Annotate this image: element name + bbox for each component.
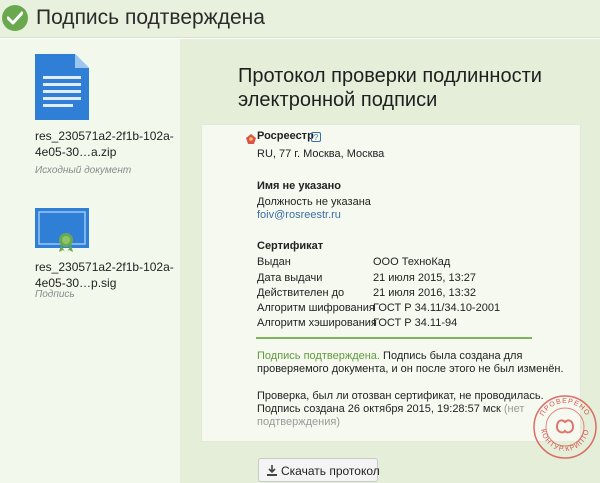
result-text-1: Подпись была создана для xyxy=(383,350,523,362)
certificate-icon[interactable] xyxy=(35,208,89,257)
protocol-title: Протокол проверки подлинности электронно… xyxy=(238,65,542,111)
person-position: Должность не указана xyxy=(257,196,371,208)
file-name-zip[interactable]: res_230571a2-2f1b-102a-4e05-30…a.zip xyxy=(35,128,175,160)
cert-value-issued-by: ООО ТехноКад xyxy=(373,256,451,268)
download-protocol-button[interactable]: Скачать протокол xyxy=(258,458,380,482)
download-icon xyxy=(267,465,277,479)
certificate-heading: Сертификат xyxy=(257,240,324,252)
cert-value-cipher: ГОСТ Р 34.11/34.10-2001 xyxy=(373,302,501,314)
cert-value-valid-until: 21 июля 2016, 13:32 xyxy=(373,287,476,299)
header-bar: Подпись подтверждена xyxy=(0,0,600,38)
file-name-sig[interactable]: res_230571a2-2f1b-102a-4e05-30…p.sig xyxy=(35,259,175,291)
result-divider xyxy=(256,337,532,339)
cert-value-hash: ГОСТ Р 34.11-94 xyxy=(373,317,458,329)
issuer-name: Росреестр xyxy=(257,130,314,142)
person-name: Имя не указано xyxy=(257,180,342,192)
result-line-2: проверяемого документа, и он после этого… xyxy=(257,363,564,375)
signature-created-note-a: (нет xyxy=(503,403,525,415)
signature-created-line: Подпись создана 26 октября 2015, 19:28:5… xyxy=(257,403,524,415)
revocation-note: Проверка, был ли отозван сертификат, не … xyxy=(257,390,544,402)
page-title: Подпись подтверждена xyxy=(36,6,265,29)
cert-label-valid-until: Действителен до xyxy=(257,287,345,299)
help-icon[interactable]: ? xyxy=(311,132,321,142)
check-icon xyxy=(2,5,28,31)
document-icon[interactable] xyxy=(35,54,89,125)
issuer-address: RU, 77 г. Москва, Москва xyxy=(257,148,385,160)
person-email-link[interactable]: foiv@rosreestr.ru xyxy=(257,209,341,221)
cert-label-issue-date: Дата выдачи xyxy=(257,272,323,284)
result-line-1: Подпись подтверждена. Подпись была созда… xyxy=(257,350,522,362)
signature-created-note-b: подтверждения) xyxy=(257,416,340,428)
file-subtitle-zip: Исходный документ xyxy=(35,165,132,176)
cert-label-issued-by: Выдан xyxy=(257,256,291,268)
download-protocol-label: Скачать протокол xyxy=(281,464,380,478)
rosreestr-logo-icon xyxy=(246,131,256,149)
signature-created: Подпись создана 26 октября 2015, 19:28:5… xyxy=(257,403,501,415)
result-status: Подпись подтверждена. xyxy=(257,350,380,362)
file-subtitle-sig: Подпись xyxy=(35,289,75,300)
cert-value-issue-date: 21 июля 2015, 13:27 xyxy=(373,272,476,284)
cert-label-cipher: Алгоритм шифрования xyxy=(257,302,375,314)
cert-label-hash: Алгоритм хэширования xyxy=(257,317,377,329)
verified-stamp: ПРОВЕРЕНО КОНТУР.КРИПТО xyxy=(532,394,598,460)
